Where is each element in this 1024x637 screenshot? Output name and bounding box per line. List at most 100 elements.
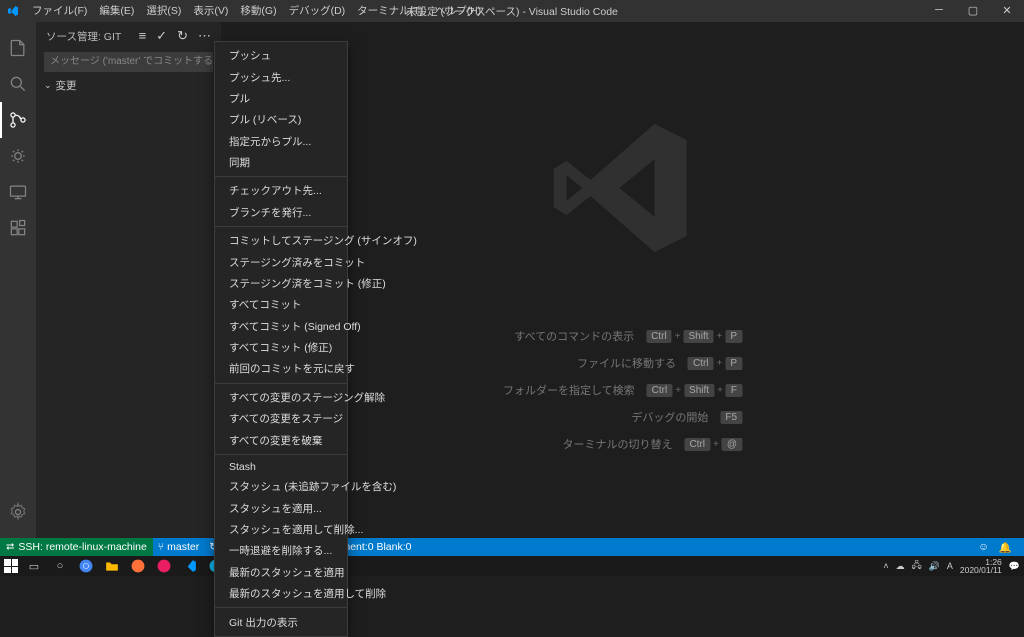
context-menu-separator: [215, 607, 347, 608]
menu-debug[interactable]: デバッグ(D): [283, 0, 352, 22]
context-menu-item[interactable]: 最新のスタッシュを適用: [215, 562, 347, 583]
menu-view[interactable]: 表示(V): [187, 0, 234, 22]
close-button[interactable]: ✕: [990, 0, 1024, 20]
windows-taskbar: ▭ ○ ˄ ☁ 🖧 🔊 A 1:26 2020/01/11 💬: [0, 556, 1024, 576]
hint-keys: Ctrl+@: [684, 438, 742, 451]
context-menu-separator: [215, 454, 347, 455]
context-menu-item[interactable]: プル: [215, 88, 347, 109]
discard-icon[interactable]: ≡: [139, 28, 147, 44]
action-center-icon[interactable]: 💬: [1009, 561, 1020, 572]
search-icon[interactable]: [0, 66, 36, 102]
context-menu-item[interactable]: 同期: [215, 152, 347, 173]
context-menu-item[interactable]: スタッシュ (未追跡ファイルを含む): [215, 476, 347, 497]
menu-go[interactable]: 移動(G): [234, 0, 282, 22]
scm-context-menu: プッシュプッシュ先...プルプル (リベース)指定元からプル...同期チェックア…: [214, 41, 348, 637]
cortana-icon[interactable]: ○: [50, 558, 70, 574]
tray-network-icon[interactable]: 🖧: [912, 558, 922, 574]
menu-edit[interactable]: 編集(E): [93, 0, 140, 22]
hint-keys: Ctrl+Shift+F: [647, 384, 742, 397]
context-menu-item[interactable]: プッシュ: [215, 45, 347, 66]
context-menu-item[interactable]: 指定元からプル...: [215, 131, 347, 152]
context-menu-item[interactable]: ステージング済みをコミット: [215, 251, 347, 272]
context-menu-item[interactable]: ステージング済をコミット (修正): [215, 273, 347, 294]
context-menu-item[interactable]: 最新のスタッシュを適用して削除: [215, 583, 347, 604]
minimize-button[interactable]: ─: [922, 0, 956, 20]
context-menu-item[interactable]: Stash: [215, 458, 347, 476]
chevron-down-icon: ⌄: [44, 80, 52, 91]
hint-row: すべてのコマンドの表示Ctrl+Shift+P: [503, 328, 742, 344]
maximize-button[interactable]: ▢: [956, 0, 990, 20]
context-menu-item[interactable]: コミットしてステージング (サインオフ): [215, 230, 347, 251]
context-menu-item[interactable]: すべての変更を破棄: [215, 429, 347, 450]
context-menu-item[interactable]: Git 出力の表示: [215, 611, 347, 632]
vscode-taskbar-icon[interactable]: [180, 558, 200, 574]
tray-onedrive-icon[interactable]: ☁: [896, 561, 905, 572]
branch-icon: ⑂: [158, 541, 164, 553]
remote-indicator[interactable]: ⮂ SSH: remote-linux-machine: [0, 538, 153, 556]
firefox-icon[interactable]: [128, 558, 148, 574]
context-menu-item[interactable]: 前回のコミットを元に戻す: [215, 358, 347, 379]
changes-section[interactable]: ⌄ 変更: [36, 74, 221, 97]
explorer-taskbar-icon[interactable]: [102, 558, 122, 574]
context-menu-item[interactable]: 一時退避を削除する...: [215, 540, 347, 561]
context-menu-item[interactable]: すべての変更をステージ: [215, 408, 347, 429]
keycap: P: [725, 330, 742, 343]
commit-icon[interactable]: ✓: [156, 28, 167, 44]
context-menu-item[interactable]: すべてコミット: [215, 294, 347, 315]
keycap: F: [726, 384, 742, 397]
hint-row: ファイルに移動するCtrl+P: [503, 355, 742, 371]
context-menu-separator: [215, 383, 347, 384]
remote-icon[interactable]: [0, 174, 36, 210]
context-menu-item[interactable]: すべてコミット (Signed Off): [215, 316, 347, 337]
context-menu-item[interactable]: プル (リベース): [215, 109, 347, 130]
settings-gear-icon[interactable]: [0, 494, 36, 530]
context-menu-item[interactable]: スタッシュを適用...: [215, 498, 347, 519]
context-menu-item[interactable]: すべてコミット (修正): [215, 337, 347, 358]
extensions-icon[interactable]: [0, 210, 36, 246]
changes-label: 変更: [56, 78, 77, 93]
tray-volume-icon[interactable]: 🔊: [929, 561, 940, 572]
context-menu-item[interactable]: チェックアウト先...: [215, 180, 347, 201]
menu-file[interactable]: ファイル(F): [26, 0, 93, 22]
hint-keys: Ctrl+P: [688, 357, 742, 370]
source-control-icon[interactable]: [0, 102, 36, 138]
branch-name: master: [167, 541, 199, 553]
tray-chevron-icon[interactable]: ˄: [883, 561, 888, 571]
hint-label: すべてのコマンドの表示: [514, 328, 634, 344]
hint-row: フォルダーを指定して検索 Ctrl+Shift+F: [503, 382, 742, 398]
taskbar-clock[interactable]: 1:26 2020/01/11: [960, 558, 1002, 575]
menu-selection[interactable]: 選択(S): [140, 0, 187, 22]
context-menu-item[interactable]: スタッシュを適用して削除...: [215, 519, 347, 540]
debug-icon[interactable]: [0, 138, 36, 174]
watermark: すべてのコマンドの表示Ctrl+Shift+P ファイルに移動するCtrl+P フォ…: [503, 108, 742, 452]
vscode-logo-icon: [6, 4, 20, 18]
explorer-icon[interactable]: [0, 30, 36, 66]
notifications-icon[interactable]: 🔔: [999, 541, 1012, 554]
context-menu-item[interactable]: プッシュ先...: [215, 66, 347, 87]
more-actions-icon[interactable]: ⋯: [198, 28, 211, 44]
tray-ime-icon[interactable]: A: [947, 561, 953, 571]
chrome-icon[interactable]: [76, 558, 96, 574]
task-view-icon[interactable]: ▭: [24, 558, 44, 574]
start-button[interactable]: [4, 559, 18, 573]
refresh-icon[interactable]: ↻: [177, 28, 188, 44]
commit-message-input[interactable]: メッセージ ('master' でコミットするための Ctrl+Ent: [44, 52, 213, 72]
context-menu-separator: [215, 226, 347, 227]
hint-label: ターミナルの切り替え: [562, 436, 672, 452]
remote-icon: ⮂: [6, 541, 14, 554]
git-branch[interactable]: ⑂ master: [153, 538, 204, 556]
hint-label: デバッグの開始: [631, 409, 708, 425]
keycap: Ctrl: [684, 438, 710, 451]
feedback-icon[interactable]: ☺: [978, 541, 989, 554]
window-title: 未設定 (ワークスペース) - Visual Studio Code: [406, 4, 618, 19]
hint-label: フォルダーを指定して検索: [503, 382, 635, 398]
keycap: Ctrl: [688, 357, 714, 370]
sidebar-header: ソース管理: GIT ≡ ✓ ↻ ⋯: [36, 22, 221, 50]
keycap: Shift: [684, 384, 714, 397]
keycap: Shift: [683, 330, 713, 343]
context-menu-item[interactable]: すべての変更のステージング解除: [215, 387, 347, 408]
hint-row: デバッグの開始F5: [503, 409, 742, 425]
watermark-hints: すべてのコマンドの表示Ctrl+Shift+P ファイルに移動するCtrl+P フォ…: [503, 328, 742, 452]
context-menu-item[interactable]: ブランチを発行...: [215, 202, 347, 223]
app-icon-1[interactable]: [154, 558, 174, 574]
